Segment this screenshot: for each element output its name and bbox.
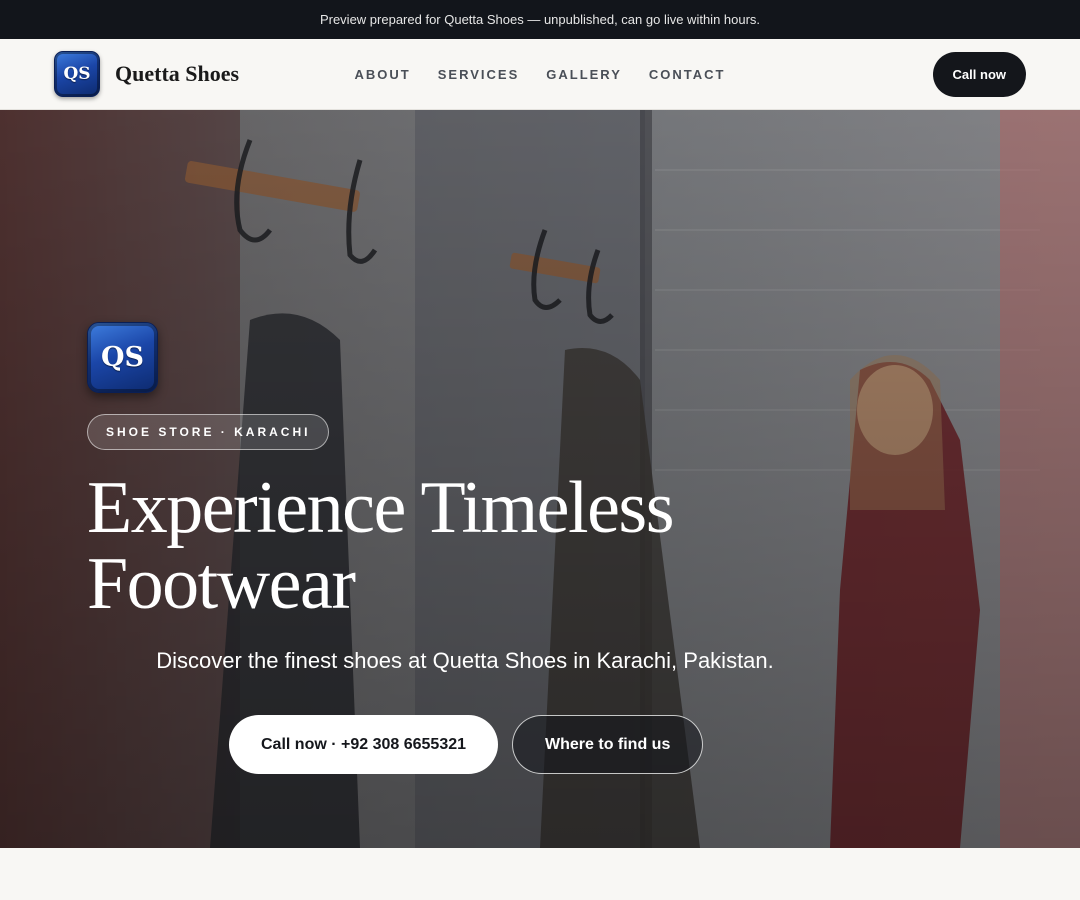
hero-headline: Experience Timeless Footwear	[87, 467, 675, 625]
nav-link-about[interactable]: ABOUT	[355, 67, 411, 82]
brand[interactable]: QS Quetta Shoes	[54, 51, 239, 97]
nav-link-gallery[interactable]: GALLERY	[546, 67, 622, 82]
brand-logo-icon: QS	[54, 51, 100, 97]
nav-link-contact[interactable]: CONTACT	[649, 67, 726, 82]
site-header: QS Quetta Shoes ABOUT SERVICES GALLERY C…	[0, 39, 1080, 110]
call-now-phone-button[interactable]: Call now · +92 308 6655321	[229, 715, 499, 774]
nav-link-services[interactable]: SERVICES	[438, 67, 520, 82]
preview-banner: Preview prepared for Quetta Shoes — unpu…	[0, 0, 1080, 39]
main-nav: ABOUT SERVICES GALLERY CONTACT	[355, 39, 726, 110]
find-us-button[interactable]: Where to find us	[512, 715, 704, 774]
hero-subtitle: Discover the finest shoes at Quetta Shoe…	[156, 648, 774, 673]
header-call-button[interactable]: Call now	[932, 51, 1026, 97]
hero-content: QS SHOE STORE · KARACHI Experience Timel…	[87, 322, 847, 622]
next-section	[0, 848, 1080, 900]
hero-category-badge: SHOE STORE · KARACHI	[87, 414, 330, 450]
brand-name: Quetta Shoes	[115, 61, 240, 86]
hero-logo-icon: QS	[87, 322, 158, 393]
preview-banner-text: Preview prepared for Quetta Shoes — unpu…	[319, 12, 761, 27]
hero-section: QS SHOE STORE · KARACHI Experience Timel…	[0, 110, 1080, 848]
hero-cta-group: Call now · +92 308 6655321 Where to find…	[229, 715, 704, 774]
